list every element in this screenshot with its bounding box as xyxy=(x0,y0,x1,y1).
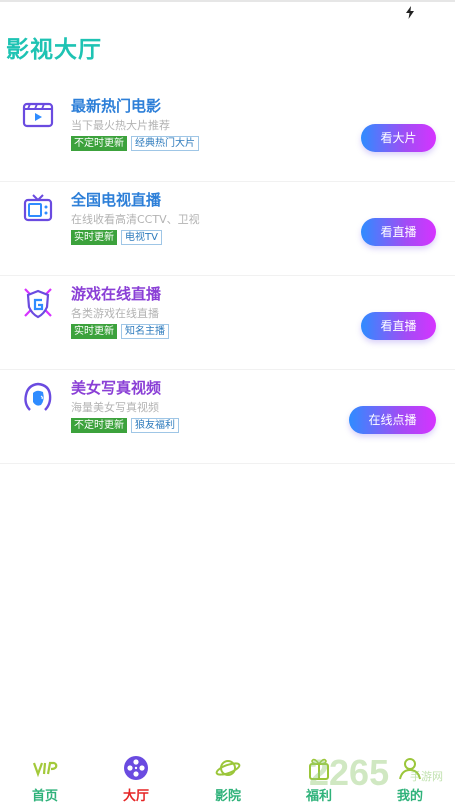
card-subtitle: 海量美女写真视频 xyxy=(71,401,159,414)
tag-category: 经典热门大片 xyxy=(131,136,199,151)
planet-icon xyxy=(215,760,241,776)
tag-category: 电视TV xyxy=(121,230,162,245)
card-beauty-videos[interactable]: 美女写真视频 海量美女写真视频 不定时更新 狼友福利 在线点播 xyxy=(0,370,455,464)
watch-tv-live-button[interactable]: 看直播 xyxy=(361,218,436,246)
card-title: 游戏在线直播 xyxy=(71,285,162,303)
page-title: 影视大厅 xyxy=(6,37,102,63)
woman-icon xyxy=(24,382,52,411)
card-title: 美女写真视频 xyxy=(71,379,162,397)
charging-icon xyxy=(406,6,414,19)
card-subtitle: 在线收看高清CCTV、卫视 xyxy=(71,213,200,226)
tag-update: 不定时更新 xyxy=(71,418,127,433)
on-demand-button[interactable]: 在线点播 xyxy=(349,406,436,434)
card-game-live[interactable]: 游戏在线直播 各类游戏在线直播 实时更新 知名主播 看直播 xyxy=(0,276,455,370)
nav-home[interactable]: 首页 xyxy=(15,755,75,804)
tag-update: 不定时更新 xyxy=(71,136,127,151)
vip-icon xyxy=(32,761,58,778)
game-shield-icon xyxy=(24,288,52,319)
nav-cinema[interactable]: 影院 xyxy=(198,755,258,804)
film-reel-icon xyxy=(124,756,148,780)
tag-update: 实时更新 xyxy=(71,230,117,245)
nav-label: 大厅 xyxy=(122,789,149,804)
tag-category: 知名主播 xyxy=(121,324,169,339)
card-subtitle: 当下最火热大片推荐 xyxy=(71,119,170,132)
tag-update: 实时更新 xyxy=(71,324,117,339)
card-title: 最新热门电影 xyxy=(71,97,162,115)
watch-game-live-button[interactable]: 看直播 xyxy=(361,312,436,340)
nav-hall[interactable]: 大厅 xyxy=(106,755,166,804)
nav-label: 影院 xyxy=(214,789,241,804)
card-tv-live[interactable]: 全国电视直播 在线收看高清CCTV、卫视 实时更新 电视TV 看直播 xyxy=(0,182,455,276)
watermark-logo: 2265 xyxy=(309,752,390,793)
status-bar xyxy=(0,0,455,22)
tag-category: 狼友福利 xyxy=(131,418,179,433)
film-icon xyxy=(22,102,54,128)
card-movies[interactable]: 最新热门电影 当下最火热大片推荐 不定时更新 经典热门大片 看大片 xyxy=(0,88,455,182)
nav-label: 首页 xyxy=(31,789,58,804)
tv-icon xyxy=(23,194,53,222)
card-title: 全国电视直播 xyxy=(71,191,162,209)
watch-movies-button[interactable]: 看大片 xyxy=(361,124,436,152)
card-subtitle: 各类游戏在线直播 xyxy=(71,307,159,320)
watermark-sub: 手游网 xyxy=(410,770,443,783)
